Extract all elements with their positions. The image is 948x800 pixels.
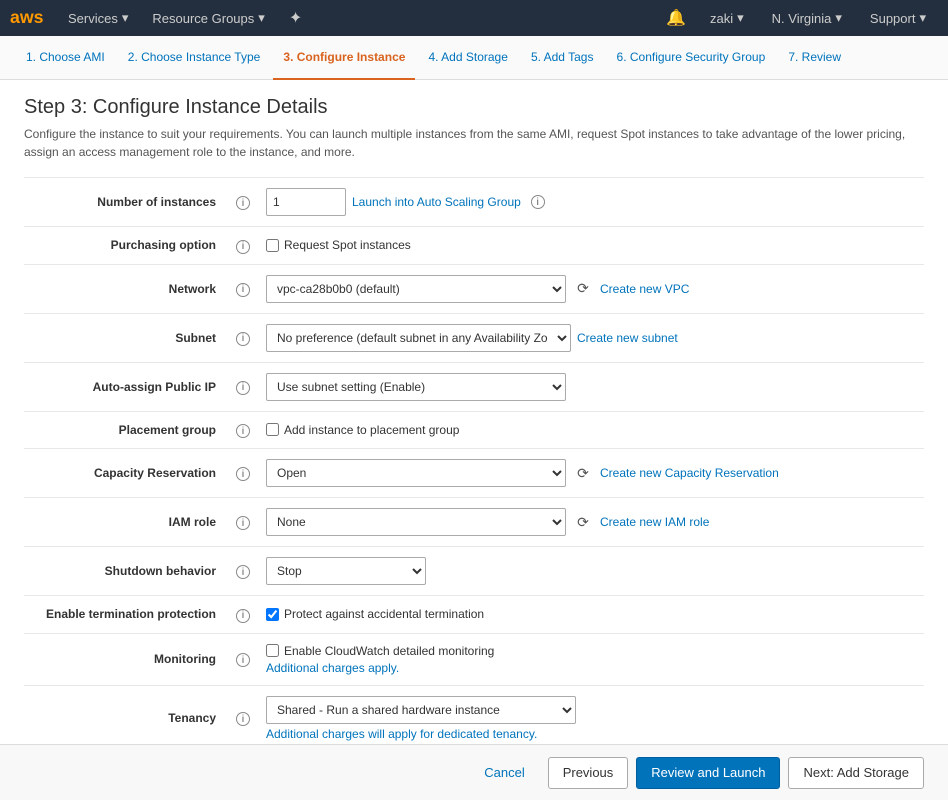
footer-bar: Cancel Previous Review and Launch Next: …: [0, 744, 948, 800]
termination-protection-checkbox[interactable]: [266, 608, 279, 621]
tenancy-note[interactable]: Additional charges will apply for dedica…: [266, 727, 916, 741]
request-spot-checkbox[interactable]: [266, 239, 279, 252]
row-termination-protection: Enable termination protection i Protect …: [24, 596, 924, 634]
monitoring-checkbox[interactable]: [266, 644, 279, 657]
tenancy-label: Tenancy: [24, 685, 224, 744]
main-content: Step 3: Configure Instance Details Confi…: [0, 80, 948, 744]
capacity-reservation-select[interactable]: Open: [266, 459, 566, 487]
monitoring-label: Monitoring: [24, 633, 224, 685]
bell-icon[interactable]: 🔔: [658, 8, 694, 28]
shutdown-behavior-info[interactable]: i: [236, 565, 250, 579]
purchasing-label: Purchasing option: [24, 227, 224, 265]
review-launch-button[interactable]: Review and Launch: [636, 757, 780, 789]
network-info[interactable]: i: [236, 283, 250, 297]
chevron-down-icon: ▾: [737, 10, 744, 26]
next-add-storage-button[interactable]: Next: Add Storage: [788, 757, 924, 789]
placement-group-checkbox[interactable]: [266, 423, 279, 436]
row-placement-group: Placement group i Add instance to placem…: [24, 411, 924, 449]
iam-role-label: IAM role: [24, 498, 224, 547]
termination-protection-label: Enable termination protection: [24, 596, 224, 634]
create-subnet-link[interactable]: Create new subnet: [577, 331, 678, 345]
aws-logo: aws: [10, 4, 48, 32]
shutdown-behavior-select[interactable]: Stop Terminate: [266, 557, 426, 585]
termination-protection-info[interactable]: i: [236, 609, 250, 623]
request-spot-checkbox-label[interactable]: Request Spot instances: [266, 238, 916, 252]
network-refresh-icon[interactable]: ⟳: [572, 278, 594, 300]
step-7[interactable]: 7. Review: [778, 36, 851, 80]
previous-button[interactable]: Previous: [548, 757, 629, 789]
page-title: Step 3: Configure Instance Details: [24, 96, 924, 119]
iam-refresh-icon[interactable]: ⟳: [572, 511, 594, 533]
row-shutdown-behavior: Shutdown behavior i Stop Terminate: [24, 547, 924, 596]
placement-group-checkbox-label[interactable]: Add instance to placement group: [266, 423, 916, 437]
purchasing-info[interactable]: i: [236, 240, 250, 254]
step-1[interactable]: 1. Choose AMI: [16, 36, 115, 80]
create-iam-link[interactable]: Create new IAM role: [600, 515, 709, 529]
placement-group-label: Placement group: [24, 411, 224, 449]
capacity-refresh-icon[interactable]: ⟳: [572, 462, 594, 484]
step-2[interactable]: 2. Choose Instance Type: [118, 36, 271, 80]
row-auto-assign-ip: Auto-assign Public IP i Use subnet setti…: [24, 362, 924, 411]
auto-assign-ip-info[interactable]: i: [236, 381, 250, 395]
page-description: Configure the instance to suit your requ…: [24, 125, 924, 161]
chevron-down-icon: ▾: [835, 10, 842, 26]
num-instances-label: Number of instances: [24, 178, 224, 227]
num-instances-input[interactable]: [266, 188, 346, 216]
row-network: Network i vpc-ca28b0b0 (default) ⟳ Creat…: [24, 264, 924, 313]
autoscaling-link[interactable]: Launch into Auto Scaling Group: [352, 195, 521, 209]
placement-group-info[interactable]: i: [236, 424, 250, 438]
termination-protection-checkbox-label[interactable]: Protect against accidental termination: [266, 607, 916, 621]
row-capacity-reservation: Capacity Reservation i Open ⟳ Create new…: [24, 449, 924, 498]
tenancy-select[interactable]: Shared - Run a shared hardware instance …: [266, 696, 576, 724]
top-navigation: aws Services ▾ Resource Groups ▾ ✦ 🔔 zak…: [0, 0, 948, 36]
tenancy-info[interactable]: i: [236, 712, 250, 726]
create-vpc-link[interactable]: Create new VPC: [600, 282, 689, 296]
step-4[interactable]: 4. Add Storage: [418, 36, 517, 80]
resource-groups-menu[interactable]: Resource Groups ▾: [140, 0, 276, 36]
step-3[interactable]: 3. Configure Instance: [273, 36, 415, 80]
capacity-reservation-info[interactable]: i: [236, 467, 250, 481]
step-6[interactable]: 6. Configure Security Group: [607, 36, 776, 80]
autoscaling-info[interactable]: i: [531, 195, 545, 209]
instance-config-form: Number of instances i Launch into Auto S…: [24, 177, 924, 744]
chevron-down-icon: ▾: [258, 10, 265, 26]
network-select[interactable]: vpc-ca28b0b0 (default): [266, 275, 566, 303]
subnet-label: Subnet: [24, 313, 224, 362]
region-menu[interactable]: N. Virginia ▾: [760, 0, 854, 36]
chevron-down-icon: ▾: [919, 10, 926, 26]
auto-assign-ip-label: Auto-assign Public IP: [24, 362, 224, 411]
row-iam-role: IAM role i None ⟳ Create new IAM role: [24, 498, 924, 547]
subnet-select[interactable]: No preference (default subnet in any Ava…: [266, 324, 571, 352]
shutdown-behavior-label: Shutdown behavior: [24, 547, 224, 596]
iam-role-select[interactable]: None: [266, 508, 566, 536]
services-menu[interactable]: Services ▾: [56, 0, 140, 36]
row-purchasing-option: Purchasing option i Request Spot instanc…: [24, 227, 924, 265]
monitoring-info[interactable]: i: [236, 653, 250, 667]
pin-icon[interactable]: ✦: [277, 0, 314, 36]
user-menu[interactable]: zaki ▾: [698, 0, 756, 36]
monitoring-checkbox-label[interactable]: Enable CloudWatch detailed monitoring: [266, 644, 916, 658]
svg-text:aws: aws: [10, 7, 44, 27]
network-label: Network: [24, 264, 224, 313]
auto-assign-ip-select[interactable]: Use subnet setting (Enable): [266, 373, 566, 401]
create-capacity-link[interactable]: Create new Capacity Reservation: [600, 466, 779, 480]
monitoring-note[interactable]: Additional charges apply.: [266, 661, 916, 675]
cancel-button[interactable]: Cancel: [469, 757, 539, 789]
step-5[interactable]: 5. Add Tags: [521, 36, 604, 80]
iam-role-info[interactable]: i: [236, 516, 250, 530]
num-instances-info[interactable]: i: [236, 196, 250, 210]
row-tenancy: Tenancy i Shared - Run a shared hardware…: [24, 685, 924, 744]
row-monitoring: Monitoring i Enable CloudWatch detailed …: [24, 633, 924, 685]
row-num-instances: Number of instances i Launch into Auto S…: [24, 178, 924, 227]
chevron-down-icon: ▾: [122, 10, 129, 26]
subnet-info[interactable]: i: [236, 332, 250, 346]
support-menu[interactable]: Support ▾: [858, 0, 938, 36]
wizard-steps: 1. Choose AMI 2. Choose Instance Type 3.…: [0, 36, 948, 80]
capacity-reservation-label: Capacity Reservation: [24, 449, 224, 498]
row-subnet: Subnet i No preference (default subnet i…: [24, 313, 924, 362]
